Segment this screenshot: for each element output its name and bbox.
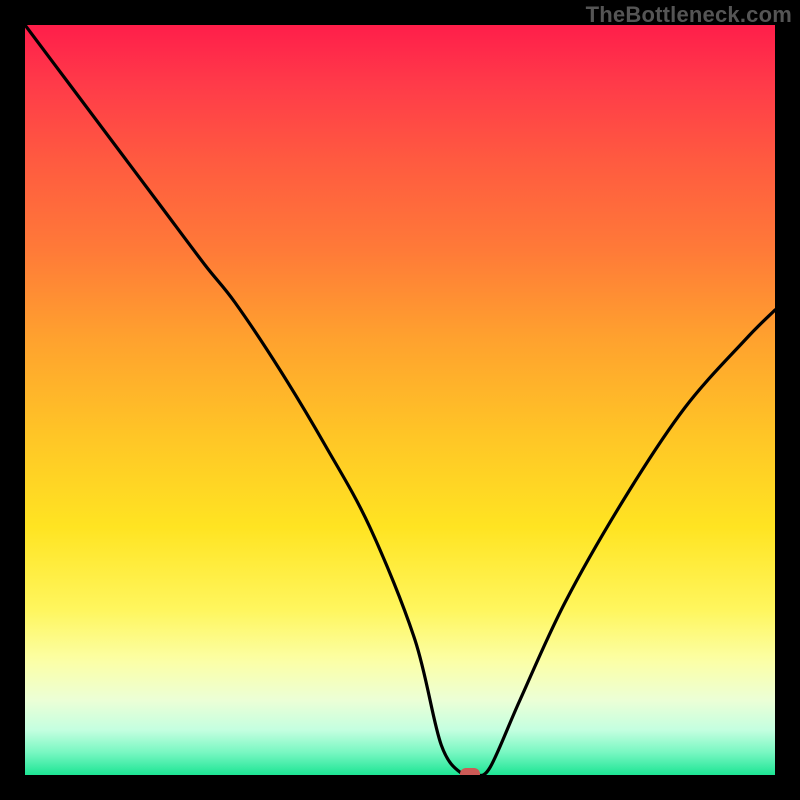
plot-area (25, 25, 775, 775)
chart-frame: TheBottleneck.com (0, 0, 800, 800)
bottleneck-curve (25, 25, 775, 775)
optimal-point-marker (460, 768, 480, 776)
watermark-text: TheBottleneck.com (586, 2, 792, 28)
